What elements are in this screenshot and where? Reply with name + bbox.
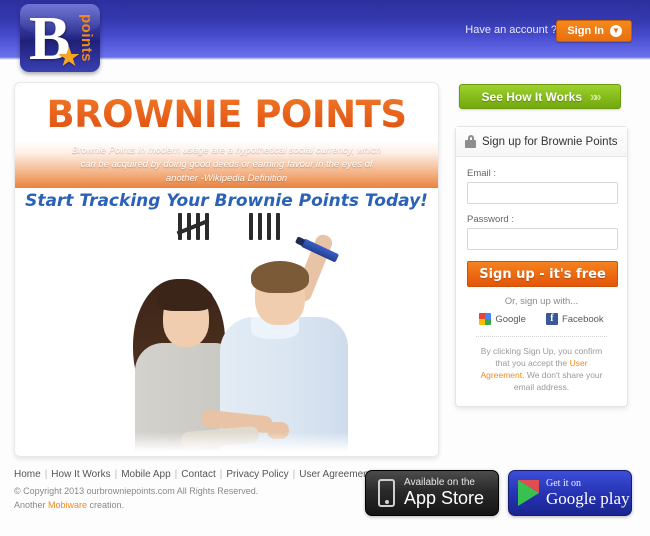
lock-icon (465, 135, 476, 148)
sign-in-button[interactable]: Sign In ▼ (556, 20, 632, 42)
app-store-line2: App Store (404, 488, 485, 508)
footer-link-contact[interactable]: Contact (181, 469, 215, 480)
creation-post: creation. (87, 500, 125, 510)
site-logo[interactable]: B ★ points (20, 4, 100, 72)
signup-heading: Sign up for Brownie Points (482, 135, 618, 148)
google-play-line1: Get it on (546, 477, 581, 489)
man-hair (251, 261, 309, 293)
chevron-down-icon: ▼ (610, 25, 622, 37)
photo-fade (15, 432, 438, 456)
password-label: Password : (467, 214, 514, 225)
separator: | (174, 469, 178, 480)
app-store-line1: Available on the (404, 477, 475, 488)
facebook-label: Facebook (561, 313, 604, 325)
separator: | (114, 469, 118, 480)
how-it-works-label: See How It Works (481, 89, 582, 104)
facebook-signup-button[interactable]: f Facebook (545, 313, 604, 325)
play-triangle-icon (518, 480, 539, 506)
footer-link-home[interactable]: Home (14, 469, 41, 480)
email-field[interactable] (467, 182, 618, 204)
signup-panel-header: Sign up for Brownie Points (456, 127, 627, 157)
page-title: BROWNIE POINTS (15, 93, 438, 136)
signup-panel: Sign up for Brownie Points Email : Passw… (455, 126, 628, 407)
see-how-it-works-button[interactable]: See How It Works »» (459, 84, 621, 109)
google-play-badge[interactable]: Get it on Google play (508, 470, 632, 516)
hero-card: BROWNIE POINTS Brownie Points in modern … (14, 82, 439, 457)
google-label: Google (495, 313, 526, 325)
hero-subtitle: Start Tracking Your Brownie Points Today… (25, 191, 428, 211)
google-signup-button[interactable]: Google (479, 313, 526, 325)
double-chevron-right-icon: »» (590, 89, 602, 104)
footer-link-mobile-app[interactable]: Mobile App (121, 469, 170, 480)
signup-disclaimer: By clicking Sign Up, you confirm that yo… (467, 337, 616, 393)
copyright-text: © Copyright 2013 ourbrowniepoints.com Al… (14, 486, 259, 496)
mobiware-link[interactable]: Mobiware (48, 500, 87, 510)
hero-quote-text: Brownie Points in modern usage are a hyp… (71, 144, 382, 184)
separator: | (292, 469, 296, 480)
logo-word: points (78, 14, 95, 62)
landing-page: B ★ points Have an account ? Sign In ▼ B… (0, 0, 650, 536)
disclaimer-post: . We don't share your email address. (513, 370, 603, 392)
footer-links: Home | How It Works | Mobile App | Contact | Pri… (14, 469, 371, 480)
couple-photo (15, 233, 438, 456)
account-prompt: Have an account ? (465, 24, 557, 36)
creation-credit: Another Mobiware creation. (14, 500, 124, 510)
google-icon (479, 313, 492, 325)
signup-form: Email : Password : Sign up - it's free O… (456, 157, 627, 393)
footer-link-privacy-policy[interactable]: Privacy Policy (226, 469, 288, 480)
facebook-icon: f (545, 313, 558, 325)
email-label: Email : (467, 168, 497, 179)
footer-link-user-agreement[interactable]: User Agreement (299, 469, 371, 480)
app-store-badge[interactable]: Available on the App Store (365, 470, 499, 516)
iphone-icon (378, 479, 395, 507)
separator: | (44, 469, 48, 480)
footer-link-how-it-works[interactable]: How It Works (51, 469, 110, 480)
app-store-text: Available on the App Store (404, 477, 484, 509)
social-signup-row: Google f Facebook (467, 313, 616, 325)
or-signup-with-label: Or, sign up with... (504, 296, 579, 307)
hero-quote-strip: Brownie Points in modern usage are a hyp… (15, 141, 438, 188)
password-field[interactable] (467, 228, 618, 250)
sign-in-label: Sign In (567, 25, 604, 37)
google-play-text: Get it on Google play (546, 478, 630, 509)
signup-submit-button[interactable]: Sign up - it's free (467, 261, 618, 287)
separator: | (219, 469, 223, 480)
creation-pre: Another (14, 500, 49, 510)
woman-fringe (157, 285, 213, 311)
google-play-line2: Google play (546, 488, 630, 508)
